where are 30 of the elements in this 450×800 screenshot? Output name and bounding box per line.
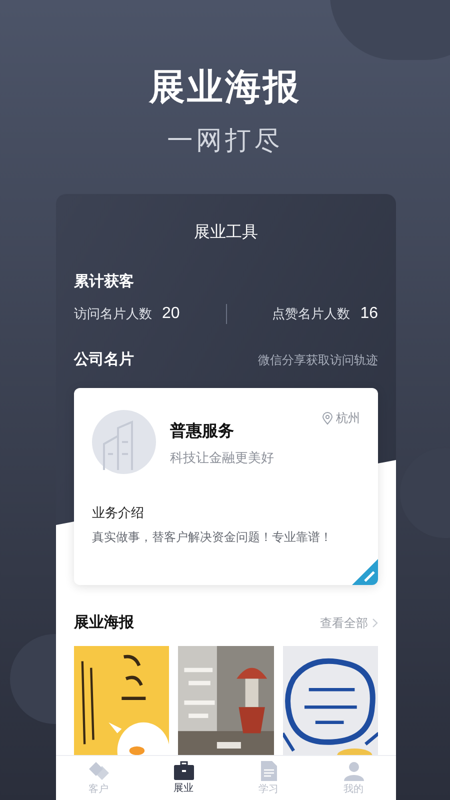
stat-value: 16: [360, 304, 378, 324]
handshake-icon: [88, 760, 110, 780]
headline: 展业海报: [149, 65, 301, 109]
document-icon: [260, 760, 276, 780]
chevron-right-icon: [372, 618, 378, 628]
company-name: 普惠服务: [170, 422, 235, 442]
stat-label: 访问名片人数: [74, 305, 152, 324]
share-hint: 微信分享获取访问轨迹: [258, 352, 378, 369]
section-heading: 公司名片: [74, 350, 134, 370]
subheadline: 一网打尽: [167, 124, 283, 157]
business-card[interactable]: 普惠服务 科技让金融更美好 杭州 业务介绍 真实做事，替客户解决资金问题！专业靠谱！: [74, 388, 378, 585]
section-heading: 累计获客: [73, 272, 135, 292]
intro-text: 真实做事，替客户解决资金问题！专业靠谱！: [91, 529, 333, 546]
tab-item[interactable]: 我的: [311, 756, 396, 800]
view-all-link[interactable]: 查看全部: [320, 614, 378, 632]
stat-label: 点赞名片人数: [272, 305, 350, 324]
tab-item[interactable]: 客户: [56, 756, 141, 800]
briefcase-icon: [174, 761, 194, 780]
intro-heading: 业务介绍: [91, 504, 145, 522]
tab-item[interactable]: 学习: [226, 756, 311, 800]
tab-item[interactable]: 展业: [141, 756, 226, 800]
location-text: 杭州: [336, 410, 360, 426]
company-slogan: 科技让金融更美好: [170, 449, 274, 467]
location-pin-icon: [322, 412, 333, 425]
stat-value: 20: [162, 304, 180, 324]
section-heading: 展业海报: [74, 612, 134, 633]
building-avatar-icon: [92, 410, 156, 474]
edit-corner-icon[interactable]: [352, 559, 378, 585]
person-icon: [344, 760, 364, 780]
screen-title: 展业工具: [194, 222, 258, 243]
